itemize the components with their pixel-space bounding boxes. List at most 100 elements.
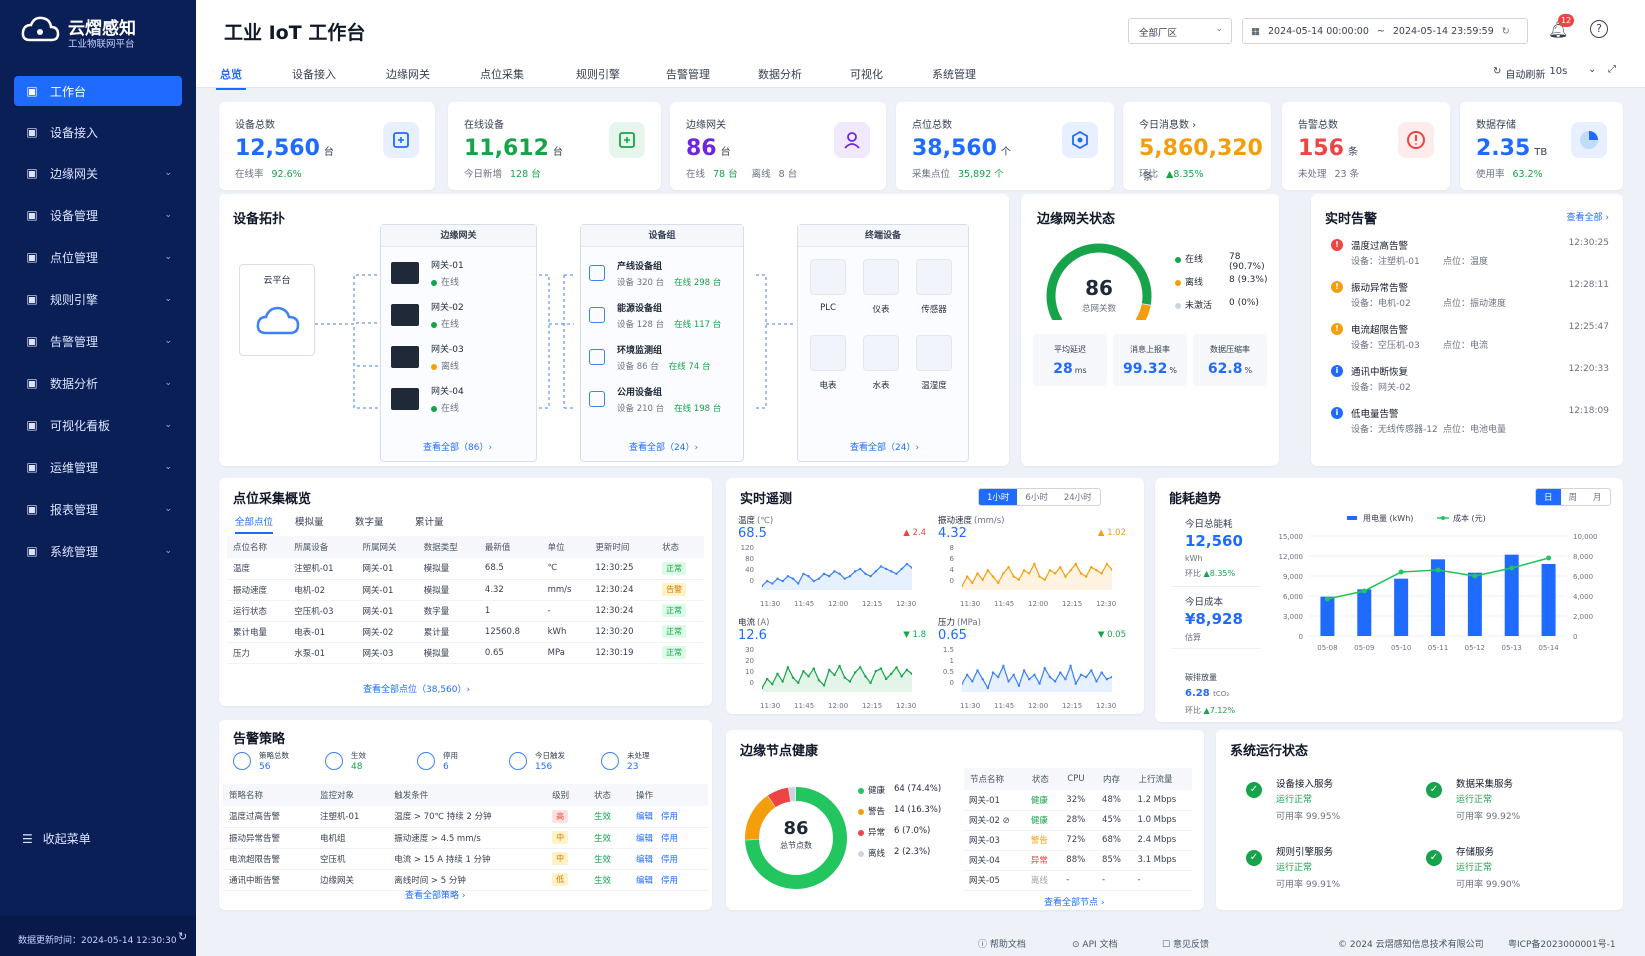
sidebar-item-2[interactable]: ▣ 边缘网关 ⌄ [14,158,182,188]
sidebar-item-1[interactable]: ▣ 设备接入 [14,117,182,147]
service-status-item[interactable]: ✓ 数据采集服务 运行正常 可用率 99.92% [1426,776,1596,836]
service-status-item[interactable]: ✓ 存储服务 运行正常 可用率 99.90% [1426,844,1596,904]
table-row[interactable]: 振动异常告警 电机组 振动速度 > 4.5 mm/s 中 生效 编辑 停用 [223,827,708,849]
alarm-item[interactable]: i 通讯中断恢复 设备：网关-02 12:20:33 [1325,362,1609,402]
refresh-dropdown-icon[interactable]: ⌄ [1588,64,1596,75]
edit-link[interactable]: 编辑 [636,812,653,822]
sidebar-item-8[interactable]: ▣ 可视化看板 ⌄ [14,410,182,440]
help-icon[interactable]: ? [1590,20,1608,38]
factory-select[interactable]: 全部厂区 ⌄ [1128,18,1232,44]
device-group-item[interactable]: 公用设备组 设备 210 台在线 198 台 [589,381,721,417]
terminal-item[interactable]: 电表 [806,335,850,391]
table-row[interactable]: 电流超限告警 空压机 电流 > 15 A 持续 1 分钟中 生效 编辑 停用 [223,848,708,870]
table-row[interactable]: 压力 水泵-01 网关-03 模拟量 0.65 MPa 12:30:19 正常 [227,642,704,664]
terminal-item[interactable]: PLC [806,259,850,313]
view-all-points-link[interactable]: 查看全部点位（38,560）› [363,682,470,695]
terminal-item[interactable]: 温湿度 [912,335,956,391]
range-option[interactable]: 日 [1536,489,1561,505]
table-row[interactable]: 网关-03 警告 72% 68% 2.4 Mbps [964,830,1192,851]
api-docs-link[interactable]: ⊙ API 文档 [1072,937,1118,950]
point-tab-0[interactable]: 全部点位 [235,514,274,534]
sidebar-item-9[interactable]: ▣ 运维管理 ⌄ [14,452,182,482]
clear-date-icon[interactable]: ↻ [1502,26,1510,37]
service-status-item[interactable]: ✓ 规则引擎服务 运行正常 可用率 99.91% [1246,844,1416,904]
device-group-item[interactable]: 环境监测组 设备 86 台在线 74 台 [589,339,710,375]
gateway-node[interactable]: 网关-01 在线 [391,255,464,291]
sidebar-item-5[interactable]: ▣ 规则引擎 ⌄ [14,284,182,314]
table-row[interactable]: 网关-04 异常 88% 85% 3.1 Mbps [964,850,1192,871]
sidebar-item-0[interactable]: ▣ 工作台 [14,76,182,106]
stop-link[interactable]: 停用 [661,834,678,844]
sidebar-item-10[interactable]: ▣ 报表管理 ⌄ [14,494,182,524]
point-tab-1[interactable]: 模拟量 [295,514,324,528]
table-row[interactable]: 温度过高告警 注塑机-01 温度 > 70℃ 持续 2 分钟高 生效 编辑 停用 [223,806,708,828]
table-row[interactable]: 温度 注塑机-01 网关-01 模拟量 68.5 ℃ 12:30:25 正常 [227,558,704,580]
stat-card-3[interactable]: 点位总数 38,560 个采集点位 35,892 个 [896,102,1114,190]
sidebar-item-6[interactable]: ▣ 告警管理 ⌄ [14,326,182,356]
table-row[interactable]: 网关-02 ⊘ 健康 28% 45% 1.0 Mbps [964,810,1192,831]
collapse-menu-button[interactable]: ☰ 收起菜单 [22,830,91,847]
terminal-item[interactable]: 水表 [859,335,903,391]
range-option[interactable]: 1小时 [979,489,1018,505]
tab-3[interactable]: 点位采集 [480,66,524,82]
alarm-item[interactable]: ! 电流超限告警 设备：空压机-03 点位：电流 12:25:47 [1325,320,1609,360]
gateway-node[interactable]: 网关-04 在线 [391,381,464,417]
table-row[interactable]: 通讯中断告警 边缘网关 离线时间 > 5 分钟低 生效 编辑 停用 [223,869,708,891]
sidebar-item-3[interactable]: ▣ 设备管理 ⌄ [14,200,182,230]
stat-card-5[interactable]: 告警总数 156 条未处理 23 条 [1282,102,1450,190]
service-status-item[interactable]: ✓ 设备接入服务 运行正常 可用率 99.95% [1246,776,1416,836]
stop-link[interactable]: 停用 [661,876,678,886]
device-group-item[interactable]: 产线设备组 设备 320 台在线 298 台 [589,255,721,291]
stat-card-4[interactable]: 今日消息数 › 5,860,320条 环比 ▲8.35% [1123,102,1271,190]
refresh-icon[interactable]: ↻ [178,930,187,943]
terminal-item[interactable]: 仪表 [859,259,903,315]
sidebar-item-4[interactable]: ▣ 点位管理 ⌄ [14,242,182,272]
terminal-item[interactable]: 传感器 [912,259,956,315]
tab-4[interactable]: 规则引擎 [576,66,620,82]
edit-link[interactable]: 编辑 [636,834,653,844]
tab-8[interactable]: 系统管理 [932,66,976,82]
range-option[interactable]: 6小时 [1017,489,1055,505]
table-row[interactable]: 网关-01 健康 32% 48% 1.2 Mbps [964,790,1192,811]
range-option[interactable]: 月 [1585,489,1610,505]
device-group-item[interactable]: 能源设备组 设备 128 台在线 117 台 [589,297,721,333]
tab-7[interactable]: 可视化 [850,66,883,82]
point-tab-2[interactable]: 数字量 [355,514,384,528]
range-option[interactable]: 周 [1561,489,1586,505]
tab-2[interactable]: 边缘网关 [386,66,430,82]
tab-6[interactable]: 数据分析 [758,66,802,82]
alarm-item[interactable]: ! 温度过高告警 设备：注塑机-01 点位：温度 12:30:25 [1325,236,1609,276]
range-option[interactable]: 24小时 [1056,489,1100,505]
view-all-gateways-link[interactable]: 查看全部（86）› [423,440,492,453]
feedback-link[interactable]: ☐ 意见反馈 [1162,937,1209,950]
view-all-nodes-link[interactable]: 查看全部节点 › [1044,895,1104,908]
table-row[interactable]: 网关-05 离线 - - - [964,870,1192,891]
gateway-node[interactable]: 网关-03 离线 [391,339,464,375]
sidebar-item-11[interactable]: ▣ 系统管理 ⌄ [14,536,182,566]
stat-card-1[interactable]: 在线设备 11,612 台今日新增 128 台 [448,102,661,190]
cloud-platform-node[interactable]: 云平台 [239,264,315,356]
stat-card-0[interactable]: 设备总数 12,560 台在线率 92.6% [219,102,435,190]
alarm-item[interactable]: ! 振动异常告警 设备：电机-02 点位：振动速度 12:28:11 [1325,278,1609,318]
stat-card-2[interactable]: 边缘网关 86 台在线 78 台 离线 8 台 [670,102,886,190]
alarm-item[interactable]: i 低电量告警 设备：无线传感器-12 点位：电池电量 12:18:09 [1325,404,1609,444]
point-tab-3[interactable]: 累计量 [415,514,444,528]
help-docs-link[interactable]: ⓘ 帮助文档 [978,937,1026,950]
edit-link[interactable]: 编辑 [636,855,653,865]
tab-1[interactable]: 设备接入 [292,66,336,82]
tab-5[interactable]: 告警管理 [666,66,710,82]
fullscreen-icon[interactable]: ⤢ [1608,64,1616,75]
alarms-view-all-link[interactable]: 查看全部 › [1567,210,1609,223]
table-row[interactable]: 运行状态 空压机-03 网关-01 数字量 1-12:30:24 正常 [227,600,704,622]
edit-link[interactable]: 编辑 [636,876,653,886]
table-row[interactable]: 振动速度 电机-02 网关-01 模拟量 4.32 mm/s 12:30:24 告警 [227,579,704,601]
view-all-groups-link[interactable]: 查看全部（24）› [629,440,698,453]
gateway-node[interactable]: 网关-02 在线 [391,297,464,333]
date-range-picker[interactable]: ▦ 2024-05-14 00:00:00 ~ 2024-05-14 23:59… [1242,18,1528,44]
view-all-strategies-link[interactable]: 查看全部策略 › [405,888,465,901]
sidebar-item-7[interactable]: ▣ 数据分析 ⌄ [14,368,182,398]
stop-link[interactable]: 停用 [661,855,678,865]
table-row[interactable]: 累计电量 电表-01 网关-02 累计量 12560.8 kWh 12:30:20 正常 [227,621,704,643]
view-all-terminals-link[interactable]: 查看全部（24）› [850,440,919,453]
stat-card-6[interactable]: 数据存储 2.35 TB 使用率 63.2% [1460,102,1623,190]
